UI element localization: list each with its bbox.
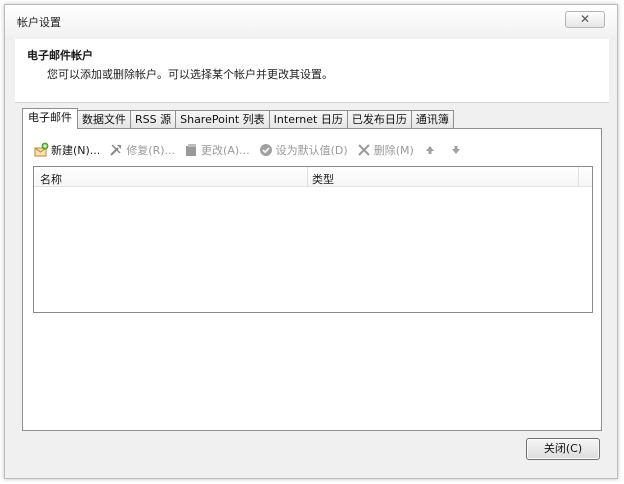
- move-down-button[interactable]: [448, 142, 466, 158]
- tab-rss-feeds[interactable]: RSS 源: [130, 110, 177, 129]
- checkmark-icon: [259, 144, 272, 156]
- repair-button-label: 修复(R)...: [126, 144, 176, 157]
- repair-tools-icon: [110, 144, 122, 156]
- account-toolbar: 新建(N)... 修复(R)... 更改(A)... 设为默认值(D) 删除(M…: [33, 141, 474, 159]
- title-bar: 帐户设置 ✕: [5, 5, 617, 35]
- repair-button[interactable]: 修复(R)...: [108, 142, 175, 158]
- set-default-button-label: 设为默认值(D): [275, 144, 348, 157]
- dialog-header: 电子邮件帐户 您可以添加或删除帐户。可以选择某个帐户并更改其设置。: [15, 39, 609, 103]
- email-tab-panel: 新建(N)... 修复(R)... 更改(A)... 设为默认值(D) 删除(M…: [22, 128, 602, 431]
- list-header: 名称 类型: [34, 167, 592, 187]
- column-divider[interactable]: [307, 167, 308, 187]
- tab-address-books[interactable]: 通讯簿: [410, 110, 454, 129]
- tab-email[interactable]: 电子邮件: [22, 108, 78, 129]
- tab-sharepoint-lists[interactable]: SharePoint 列表: [175, 110, 270, 129]
- change-button-label: 更改(A)...: [201, 144, 250, 157]
- delete-x-icon: [357, 144, 370, 156]
- header-description: 您可以添加或删除帐户。可以选择某个帐户并更改其设置。: [47, 68, 333, 81]
- new-account-icon: [34, 142, 49, 157]
- window-close-button[interactable]: ✕: [565, 11, 605, 28]
- change-icon: [186, 144, 197, 156]
- new-button[interactable]: 新建(N)...: [33, 142, 100, 158]
- close-icon: ✕: [579, 12, 591, 26]
- new-button-label: 新建(N)...: [51, 144, 101, 157]
- tab-data-files[interactable]: 数据文件: [77, 110, 131, 129]
- close-button[interactable]: 关闭(C): [526, 438, 600, 460]
- column-header-name[interactable]: 名称: [40, 171, 62, 187]
- change-button[interactable]: 更改(A)...: [183, 142, 250, 158]
- set-default-button[interactable]: 设为默认值(D): [258, 142, 348, 158]
- account-list[interactable]: 名称 类型: [33, 166, 593, 313]
- arrow-down-icon: [451, 146, 460, 154]
- delete-button-label: 删除(M): [373, 144, 414, 157]
- tab-internet-calendars[interactable]: Internet 日历: [268, 110, 348, 129]
- tab-published-calendars[interactable]: 已发布日历: [346, 110, 412, 129]
- move-up-button[interactable]: [422, 142, 440, 158]
- delete-button[interactable]: 删除(M): [356, 142, 414, 158]
- arrow-up-icon: [425, 146, 434, 154]
- tab-strip: 电子邮件 数据文件 RSS 源 SharePoint 列表 Internet 日…: [22, 108, 454, 129]
- window-title: 帐户设置: [17, 16, 61, 29]
- column-divider[interactable]: [578, 167, 579, 187]
- column-header-type[interactable]: 类型: [312, 171, 334, 187]
- header-title: 电子邮件帐户: [27, 49, 93, 62]
